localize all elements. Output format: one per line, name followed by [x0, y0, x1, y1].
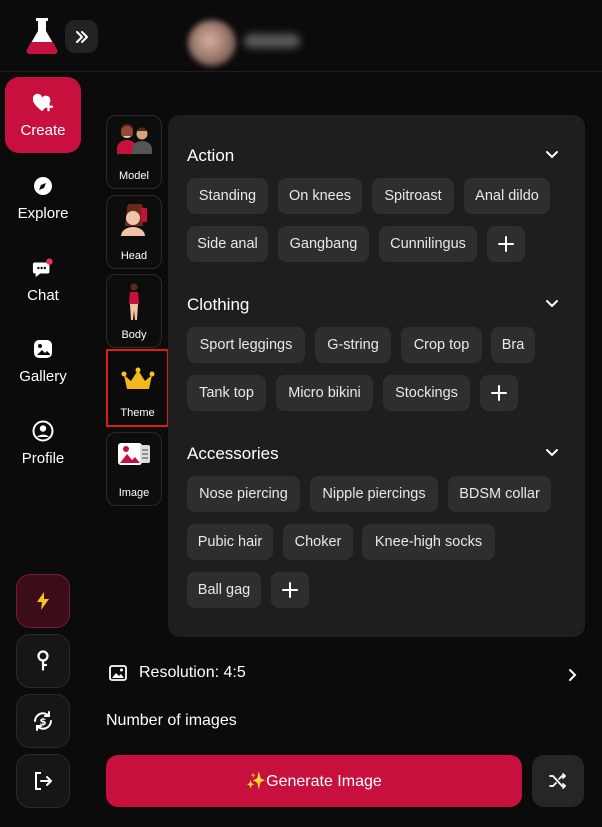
- tag-ball-gag[interactable]: Ball gag: [187, 572, 261, 608]
- model-icon: [117, 124, 152, 154]
- chevrons-right-icon: [75, 30, 88, 43]
- tag-on-knees[interactable]: On knees: [278, 178, 362, 214]
- plus-icon: [491, 385, 507, 401]
- user-circle-icon: [32, 420, 54, 442]
- resolution-label: Resolution: 4:5: [139, 664, 246, 681]
- key-button[interactable]: [16, 634, 70, 688]
- add-action-button[interactable]: [487, 226, 525, 262]
- chevron-down-icon[interactable]: [545, 299, 559, 309]
- section-title-accessories: Accessories: [187, 444, 279, 463]
- sidebar-item-label: Chat: [27, 286, 59, 304]
- compass-icon: [32, 175, 54, 197]
- sidebar-item-explore[interactable]: Explore: [5, 160, 81, 236]
- lightning-icon: [37, 592, 49, 610]
- tag-nipple-piercings[interactable]: Nipple piercings: [310, 476, 438, 512]
- plus-icon: [498, 236, 514, 252]
- body-icon: [129, 283, 139, 320]
- crown-icon: [121, 367, 154, 389]
- shuffle-icon: [549, 773, 566, 789]
- tag-crop-top[interactable]: Crop top: [401, 327, 482, 363]
- category-head[interactable]: Head: [106, 195, 162, 269]
- category-model[interactable]: Model: [106, 115, 162, 189]
- tag-sport-leggings[interactable]: Sport leggings: [187, 327, 305, 363]
- tag-side-anal[interactable]: Side anal: [187, 226, 268, 262]
- tag-tank-top[interactable]: Tank top: [187, 375, 266, 411]
- tag-cunnilingus[interactable]: Cunnilingus: [379, 226, 477, 262]
- tag-stockings[interactable]: Stockings: [383, 375, 470, 411]
- shuffle-button[interactable]: [532, 755, 584, 807]
- chat-icon: [32, 257, 54, 279]
- chevron-right-icon: [569, 669, 577, 681]
- gallery-icon: [32, 338, 54, 360]
- logout-button[interactable]: [16, 754, 70, 808]
- logout-icon: [35, 772, 52, 790]
- tag-gangbang[interactable]: Gangbang: [278, 226, 369, 262]
- generate-image-button[interactable]: ✨Generate Image: [106, 755, 522, 807]
- chevron-down-icon[interactable]: [545, 150, 559, 160]
- tag-standing[interactable]: Standing: [187, 178, 268, 214]
- top-bar: [0, 0, 602, 72]
- add-accessory-button[interactable]: [271, 572, 309, 608]
- sidebar-item-label: Profile: [21, 449, 65, 467]
- tag-pubic-hair[interactable]: Pubic hair: [187, 524, 273, 560]
- tag-nose-piercing[interactable]: Nose piercing: [187, 476, 300, 512]
- tag-knee-high-socks[interactable]: Knee-high socks: [362, 524, 495, 560]
- image-icon: [118, 443, 150, 465]
- tag-bdsm-collar[interactable]: BDSM collar: [448, 476, 551, 512]
- add-clothing-button[interactable]: [480, 375, 518, 411]
- key-icon: [37, 650, 49, 671]
- category-label: Body: [121, 329, 147, 341]
- plus-icon: [282, 582, 298, 598]
- subscription-button[interactable]: $: [16, 694, 70, 748]
- sidebar-item-label: Gallery: [19, 367, 67, 385]
- number-of-images-label: Number of images: [106, 712, 237, 729]
- sidebar-item-gallery[interactable]: Gallery: [5, 323, 81, 399]
- tag-spitroast[interactable]: Spitroast: [372, 178, 454, 214]
- resolution-row[interactable]: Resolution: 4:5: [106, 660, 584, 688]
- tag-anal-dildo[interactable]: Anal dildo: [464, 178, 550, 214]
- heart-plus-icon: [32, 92, 54, 114]
- svg-text:$: $: [40, 717, 47, 728]
- tag-choker[interactable]: Choker: [283, 524, 353, 560]
- category-image[interactable]: Image: [106, 432, 162, 506]
- sidebar-item-profile[interactable]: Profile: [5, 405, 81, 481]
- category-body[interactable]: Body: [106, 274, 162, 348]
- category-label: Model: [119, 170, 149, 182]
- tag-bra[interactable]: Bra: [491, 327, 535, 363]
- flask-logo-icon[interactable]: [24, 16, 60, 56]
- expand-sidebar-button[interactable]: [65, 20, 98, 53]
- refresh-currency-icon: $: [34, 711, 52, 731]
- sidebar-item-label: Create: [20, 121, 66, 139]
- category-theme[interactable]: Theme: [106, 349, 169, 427]
- image-icon: [109, 665, 127, 681]
- section-title-action: Action: [187, 146, 235, 165]
- sidebar-item-chat[interactable]: Chat: [5, 242, 81, 318]
- section-title-clothing: Clothing: [187, 295, 250, 314]
- boost-button[interactable]: [16, 574, 70, 628]
- sidebar-item-create[interactable]: Create: [5, 77, 81, 153]
- tag-micro-bikini[interactable]: Micro bikini: [276, 375, 373, 411]
- category-label: Head: [120, 250, 148, 262]
- category-label: Image: [118, 487, 150, 499]
- username-blurred: [244, 34, 300, 48]
- sidebar-item-label: Explore: [17, 204, 69, 222]
- category-label: Theme: [120, 407, 155, 419]
- head-icon: [121, 204, 147, 236]
- chevron-down-icon[interactable]: [545, 448, 559, 458]
- avatar[interactable]: [188, 20, 236, 66]
- tag-g-string[interactable]: G-string: [315, 327, 391, 363]
